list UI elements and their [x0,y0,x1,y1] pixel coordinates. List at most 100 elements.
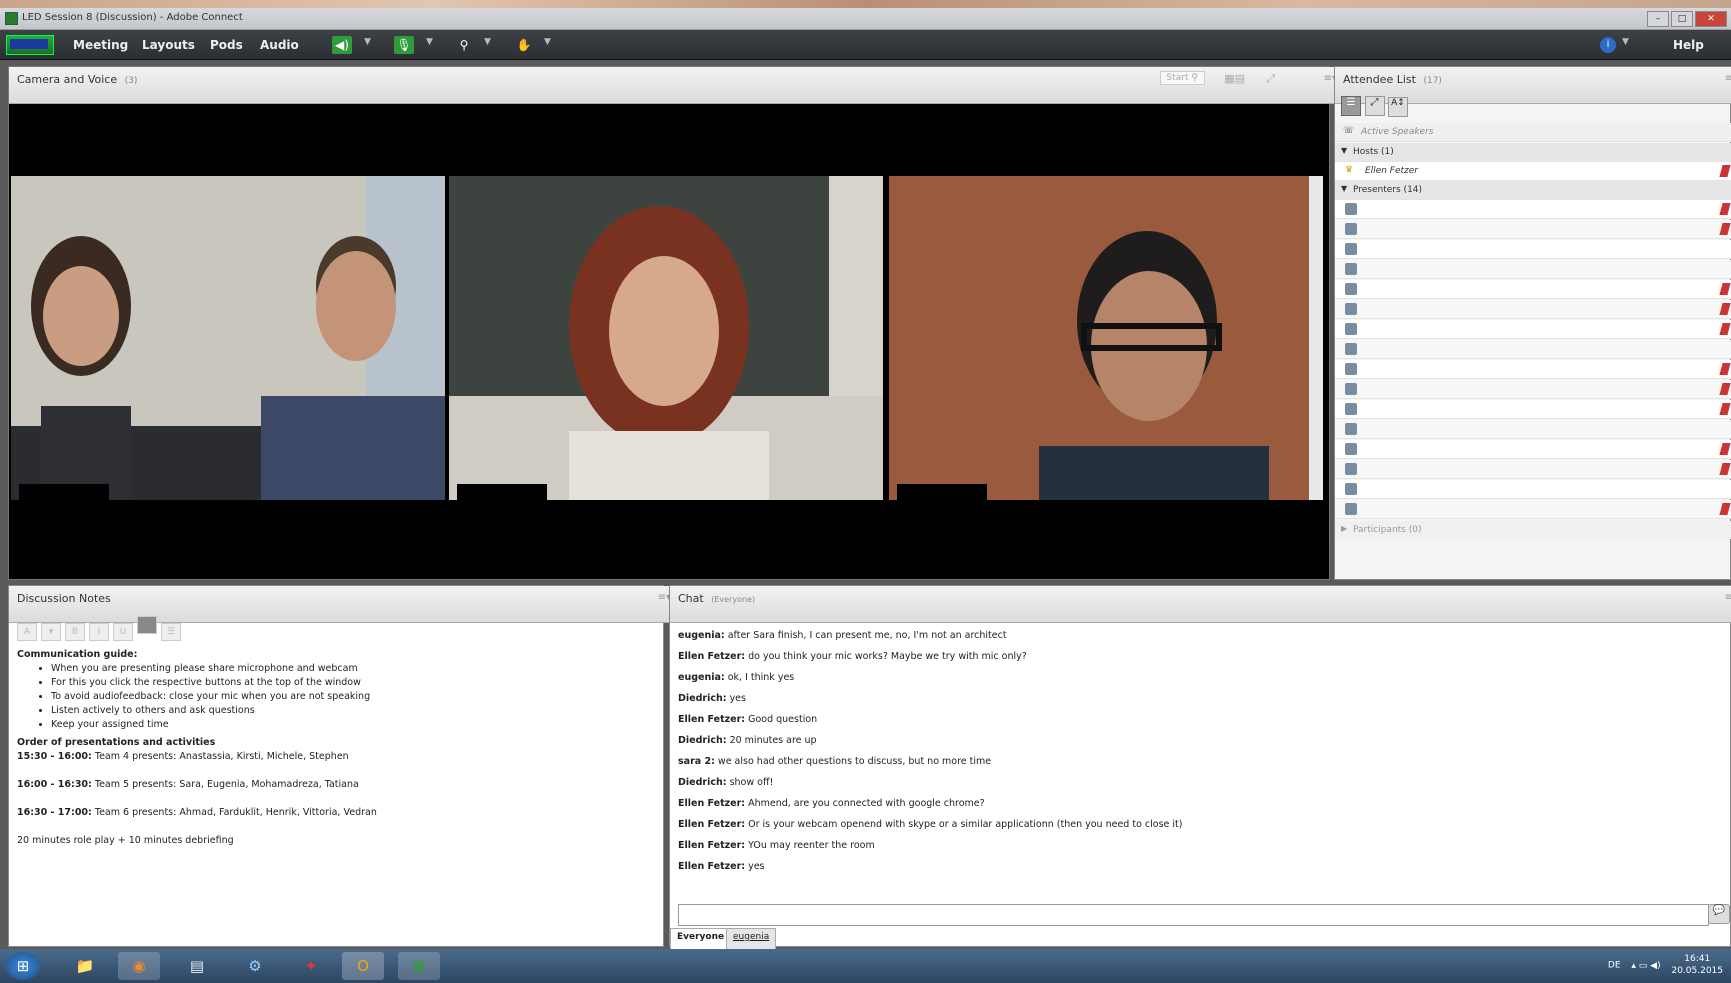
italic-icon[interactable]: I [89,623,109,641]
presenter-icon [1345,483,1357,495]
explorer-icon[interactable]: 📁 [64,952,106,980]
title-bar: LED Session 8 (Discussion) - Adobe Conne… [0,8,1731,30]
adobe-icon[interactable]: ✦ [290,952,332,980]
list-icon[interactable]: ☰ [161,623,181,641]
pod-options-icon[interactable]: ≡▾ [1725,73,1731,84]
maximize-button[interactable]: □ [1671,11,1693,27]
chat-message: Ellen Fetzer: Ahmend, are you connected … [678,798,1718,819]
pod-options-icon[interactable]: ≡▾ [1725,592,1731,603]
presenter-row[interactable] [1335,220,1731,239]
font-dropdown-icon[interactable]: ▾ [41,623,61,641]
presenter-row[interactable] [1335,420,1731,439]
info-icon[interactable]: i [1600,37,1616,53]
menu-audio[interactable]: Audio [260,38,299,52]
participants-header[interactable]: ▶ Participants (0) [1335,521,1731,539]
presenter-icon [1345,503,1357,515]
video-image-2 [449,176,883,500]
network-icon[interactable]: ⚙ [234,952,276,980]
raise-hand-icon[interactable]: ✋ [514,36,534,54]
menu-pods[interactable]: Pods [210,38,243,52]
presenter-row[interactable] [1335,380,1731,399]
microphone-dropdown-icon[interactable]: ▼ [426,37,433,47]
chat-text: Ahmend, are you connected with google ch… [748,798,985,809]
start-webcam-button[interactable]: Start ⚲ [1159,71,1205,85]
guide-item: When you are presenting please share mic… [51,662,657,676]
outlook-icon[interactable]: O [342,952,384,980]
presenter-row[interactable] [1335,300,1731,319]
mic-icon [1719,363,1731,375]
chat-input[interactable] [678,904,1709,926]
mic-icon [1719,223,1731,235]
hosts-header[interactable]: ▼ Hosts (1) [1335,143,1731,162]
menu-layouts[interactable]: Layouts [142,38,195,52]
window-title: LED Session 8 (Discussion) - Adobe Conne… [22,12,243,23]
chat-text: Good question [748,714,818,725]
host-row[interactable]: ♛ Ellen Fetzer [1335,162,1731,181]
menu-help[interactable]: Help [1673,38,1704,52]
presenter-icon [1345,263,1357,275]
active-speakers-label: Active Speakers [1361,127,1434,137]
presenter-icon [1345,423,1357,435]
guide-item: Listen actively to others and ask questi… [51,704,657,718]
presenter-icon [1345,383,1357,395]
chat-text: ok, I think yes [727,672,795,683]
speaker-dropdown-icon[interactable]: ▼ [364,37,371,47]
presenter-row[interactable] [1335,320,1731,339]
presenter-row[interactable] [1335,340,1731,359]
underline-icon[interactable]: U [113,623,133,641]
notes-body[interactable]: Communication guide: When you are presen… [17,648,657,848]
expand-view-icon[interactable]: ⤢ [1364,96,1385,116]
presenters-header[interactable]: ▼ Presenters (14) [1335,181,1731,200]
presenter-row[interactable] [1335,440,1731,459]
presenter-row[interactable] [1335,360,1731,379]
presenter-row[interactable] [1335,460,1731,479]
info-dropdown-icon[interactable]: ▼ [1622,37,1629,47]
tray-icons[interactable]: ▴ ▭ ◀) [1631,961,1660,971]
presenter-row[interactable] [1335,400,1731,419]
mic-icon [1719,443,1731,455]
send-message-button[interactable]: 💬 [1708,904,1730,924]
chat-sender: Ellen Fetzer: [678,798,746,809]
pod-title: Discussion Notes [17,592,111,605]
chat-sender: Diedrich: [678,777,727,788]
minimize-button[interactable]: – [1647,11,1669,27]
chat-text: after Sara finish, I can present me, no,… [727,630,1007,641]
document-icon[interactable]: ▤ [176,952,218,980]
chat-sender: Ellen Fetzer: [678,651,746,662]
presenter-row[interactable] [1335,480,1731,499]
menu-meeting[interactable]: Meeting [73,38,128,52]
presenter-row[interactable] [1335,260,1731,279]
presenter-row[interactable] [1335,200,1731,219]
sort-icon[interactable]: A↕ [1388,97,1408,117]
presenter-row[interactable] [1335,240,1731,259]
chat-text: yes [729,693,746,704]
speaker-icon[interactable]: ◀) [332,36,352,54]
video-image-3 [889,176,1323,500]
presenter-icon [1345,323,1357,335]
video-feed-1 [11,176,445,500]
start-button[interactable]: ⊞ [6,952,40,980]
status-dropdown-icon[interactable]: ▼ [544,37,551,47]
presenter-row[interactable] [1335,280,1731,299]
guide-item: To avoid audiofeedback: close your mic w… [51,690,657,704]
bold-icon[interactable]: B [65,623,85,641]
language-indicator[interactable]: DE [1608,961,1621,971]
list-view-icon[interactable]: ☰ [1341,96,1361,116]
font-size-icon[interactable]: A [17,623,37,641]
microphone-icon[interactable]: 🎙 [394,36,414,54]
system-tray: DE ▴ ▭ ◀) 16:41 20.05.2015 [1608,953,1723,977]
close-button[interactable]: ✕ [1695,11,1727,27]
fullscreen-icon[interactable]: ⤢ [1266,72,1275,86]
pod-title: Camera and Voice [17,73,118,86]
presenter-row[interactable] [1335,500,1731,519]
presenter-icon [1345,463,1357,475]
clock[interactable]: 16:41 20.05.2015 [1671,953,1723,977]
webcam-dropdown-icon[interactable]: ▼ [484,37,491,47]
firefox-icon[interactable]: ◉ [118,952,160,980]
color-icon[interactable] [137,616,157,634]
mic-icon [1719,383,1731,395]
connect-icon[interactable]: ⊠ [398,952,440,980]
layout-grid-icon[interactable]: ▦▤ [1224,72,1245,85]
webcam-icon[interactable]: ⚲ [454,36,474,54]
camera-voice-pod: Camera and Voice (3) Start ⚲ ▦▤ ⤢ ≡▾ [8,66,1345,580]
